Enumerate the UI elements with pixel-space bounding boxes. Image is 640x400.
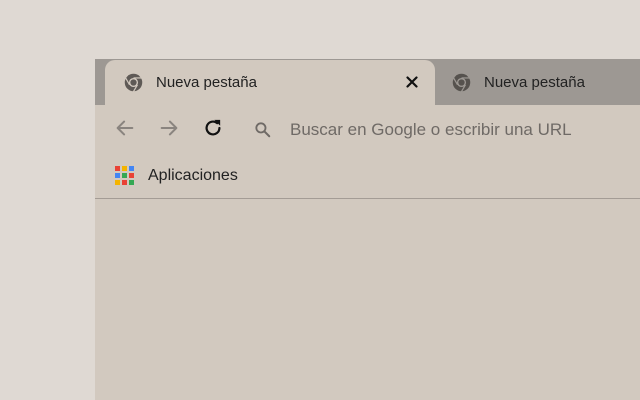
apps-grid-icon [115,166,135,186]
tab-title: Nueva pestaña [156,74,257,91]
tab-active[interactable]: Nueva pestaña [105,60,435,105]
bookmarks-bar: Aplicaciones [95,155,640,199]
reload-icon [202,117,224,144]
arrow-right-icon [158,117,180,144]
apps-grid-dot [115,166,120,171]
apps-grid-dot [129,173,134,178]
apps-grid-dot [115,180,120,185]
omnibox[interactable] [253,113,640,147]
search-icon [253,120,273,140]
apps-grid-dot [115,173,120,178]
page-content [95,199,640,400]
apps-grid-dot [122,166,127,171]
close-icon[interactable] [403,73,421,91]
tab-title: Nueva pestaña [484,74,585,91]
apps-grid-dot [122,180,127,185]
forward-button[interactable] [157,118,181,142]
tab-inactive[interactable]: Nueva pestaña [439,60,640,105]
chrome-icon [451,72,472,93]
chrome-icon [123,72,144,93]
apps-grid-dot [129,180,134,185]
reload-button[interactable] [201,118,225,142]
bookmark-label: Aplicaciones [148,167,238,184]
toolbar [95,105,640,155]
browser-window: Nueva pestaña Nueva pestaña Buscar en Go… [95,59,640,400]
address-input[interactable] [290,120,620,140]
tab-strip: Nueva pestaña Nueva pestaña [95,59,640,105]
apps-grid-dot [122,173,127,178]
apps-grid-dot [129,166,134,171]
back-button[interactable] [113,118,137,142]
arrow-left-icon [114,117,136,144]
bookmark-apps[interactable]: Aplicaciones [115,163,238,189]
